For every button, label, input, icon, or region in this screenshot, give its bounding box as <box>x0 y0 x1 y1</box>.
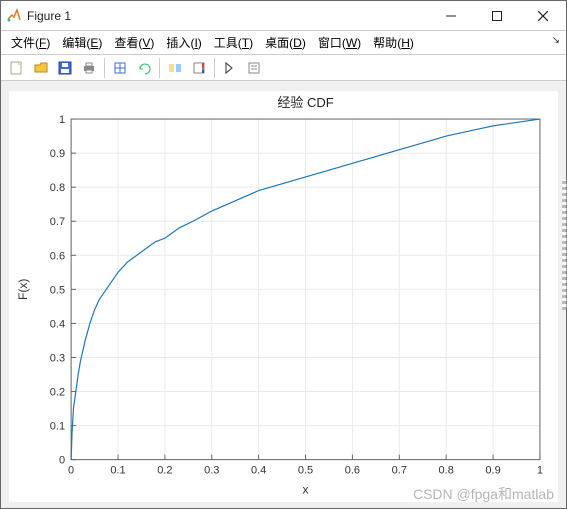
new-figure-button[interactable] <box>5 57 29 79</box>
axes-container: 0 0.1 0.2 0.3 0.4 0.5 0.6 0.7 0.8 0.9 1 0 0.1 0.2 0.3 0… <box>9 91 558 502</box>
toolbar-separator <box>104 58 105 78</box>
plot-area: 0 0.1 0.2 0.3 0.4 0.5 0.6 0.7 0.8 0.9 1 0 0.1 0.2 0.3 0… <box>1 81 566 508</box>
svg-text:0.4: 0.4 <box>251 465 266 477</box>
svg-text:0.4: 0.4 <box>50 319 65 331</box>
titlebar: Figure 1 <box>1 1 566 31</box>
rotate-button[interactable] <box>132 57 156 79</box>
svg-text:x: x <box>303 483 309 497</box>
data-cursor-button[interactable] <box>108 57 132 79</box>
menu-overflow-icon[interactable]: ↘ <box>552 35 560 46</box>
svg-text:0.6: 0.6 <box>345 465 360 477</box>
open-button[interactable] <box>29 57 53 79</box>
edit-plot-button[interactable] <box>218 57 242 79</box>
svg-text:0.1: 0.1 <box>50 421 65 433</box>
toolbar <box>1 54 566 81</box>
menu-desktop[interactable]: 桌面(D) <box>259 32 312 53</box>
menu-help[interactable]: 帮助(H) <box>367 32 420 53</box>
menu-view[interactable]: 查看(V) <box>108 32 160 53</box>
svg-text:0: 0 <box>68 465 74 477</box>
svg-text:0.5: 0.5 <box>298 465 313 477</box>
svg-text:0.9: 0.9 <box>50 148 65 160</box>
window-minimize-button[interactable] <box>428 1 474 31</box>
svg-text:0.3: 0.3 <box>50 353 65 365</box>
svg-text:0.3: 0.3 <box>204 465 219 477</box>
svg-text:0.5: 0.5 <box>50 285 65 297</box>
svg-text:0.2: 0.2 <box>157 465 172 477</box>
menu-window[interactable]: 窗口(W) <box>312 32 367 53</box>
insert-colorbar-button[interactable] <box>187 57 211 79</box>
svg-text:经验 CDF: 经验 CDF <box>277 95 333 110</box>
toolbar-separator <box>159 58 160 78</box>
toolbar-separator <box>214 58 215 78</box>
link-plot-button[interactable] <box>163 57 187 79</box>
menubar: 文件(F) 编辑(E) 查看(V) 插入(I) 工具(T) 桌面(D) 窗口(W… <box>1 31 566 54</box>
figure-window: Figure 1 文件(F) 编辑(E) 查看(V) 插入(I) 工具(T) 桌… <box>0 0 567 509</box>
svg-text:F(x): F(x) <box>16 279 30 300</box>
svg-text:0.7: 0.7 <box>392 465 407 477</box>
svg-text:1: 1 <box>537 465 543 477</box>
menu-insert[interactable]: 插入(I) <box>160 32 207 53</box>
svg-text:0.8: 0.8 <box>50 182 65 194</box>
insert-annotation-button[interactable] <box>242 57 266 79</box>
svg-text:0: 0 <box>59 455 65 467</box>
matlab-icon <box>5 7 23 25</box>
print-button[interactable] <box>77 57 101 79</box>
svg-text:1: 1 <box>59 114 65 126</box>
menu-tools[interactable]: 工具(T) <box>208 32 259 53</box>
svg-text:0.6: 0.6 <box>50 251 65 263</box>
svg-text:0.8: 0.8 <box>439 465 454 477</box>
window-maximize-button[interactable] <box>474 1 520 31</box>
menu-file[interactable]: 文件(F) <box>5 32 56 53</box>
svg-text:0.2: 0.2 <box>50 387 65 399</box>
axes[interactable]: 0 0.1 0.2 0.3 0.4 0.5 0.6 0.7 0.8 0.9 1 0 0.1 0.2 0.3 0… <box>9 91 558 502</box>
menu-edit[interactable]: 编辑(E) <box>56 32 108 53</box>
svg-text:0.9: 0.9 <box>485 465 500 477</box>
svg-text:0.1: 0.1 <box>110 465 125 477</box>
window-close-button[interactable] <box>520 1 566 31</box>
svg-text:0.7: 0.7 <box>50 217 65 229</box>
save-button[interactable] <box>53 57 77 79</box>
background-debris <box>562 180 567 310</box>
window-title: Figure 1 <box>27 9 71 23</box>
